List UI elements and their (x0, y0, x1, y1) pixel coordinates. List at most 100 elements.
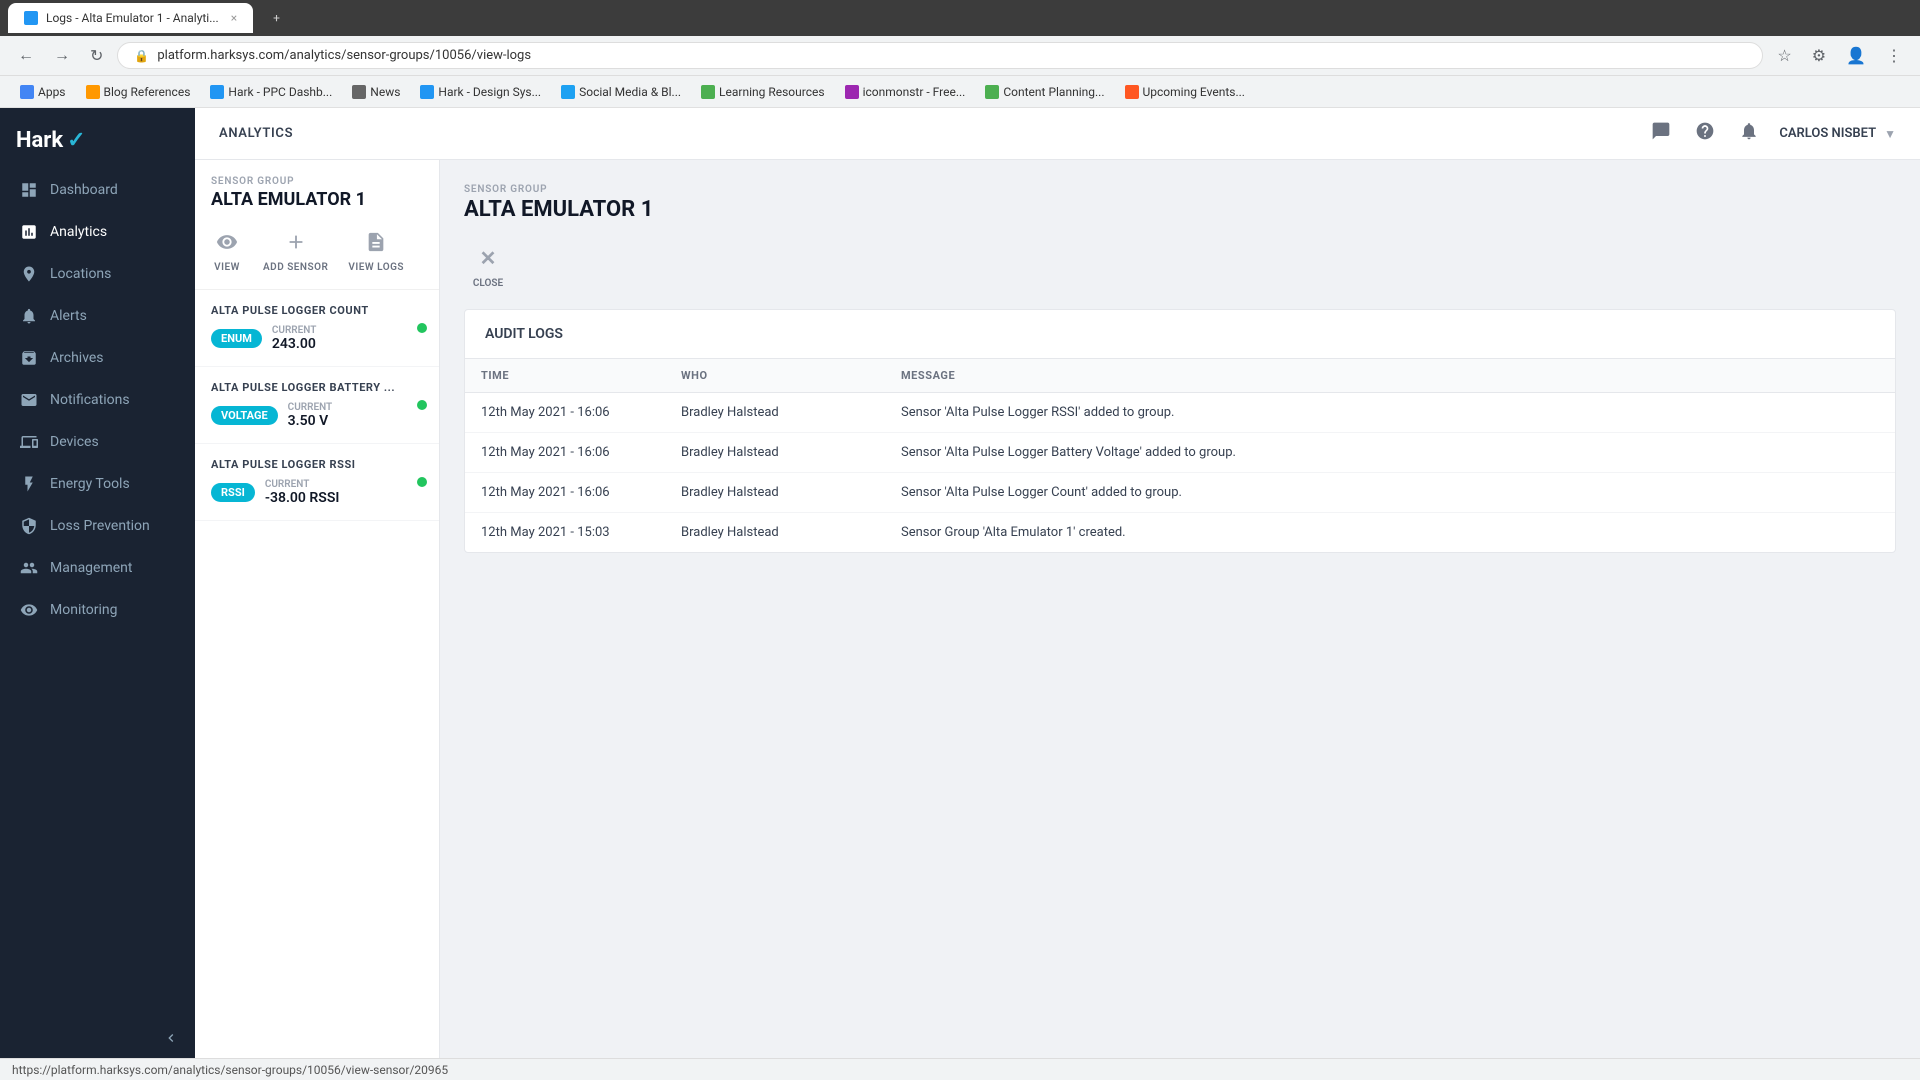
bookmark-blog[interactable]: Blog References (78, 83, 199, 101)
bookmark-favicon-news (352, 85, 366, 99)
bookmark-star-icon[interactable]: ☆ (1771, 42, 1797, 70)
sidebar-item-loss-prevention[interactable]: Loss Prevention (0, 505, 195, 547)
audit-logs-card: AUDIT LOGS TIME WHO MESSAGE 12th May 202… (464, 309, 1896, 553)
bookmark-favicon-upcoming (1125, 85, 1139, 99)
bookmark-apps[interactable]: Apps (12, 83, 74, 101)
sidebar-item-archives[interactable]: Archives (0, 337, 195, 379)
sidebar-collapse-button[interactable] (0, 1018, 195, 1058)
bookmark-upcoming[interactable]: Upcoming Events... (1117, 83, 1253, 101)
bookmark-learning-label: Learning Resources (719, 85, 825, 99)
top-header: ANALYTICS CARLOS NISBET ▼ (195, 108, 1920, 160)
audit-cell-who: Bradley Halstead (665, 513, 885, 553)
sidebar-item-label: Energy Tools (50, 476, 130, 492)
audit-logs-title: AUDIT LOGS (465, 310, 1895, 359)
address-bar[interactable]: 🔒 platform.harksys.com/analytics/sensor-… (117, 42, 1763, 69)
bookmark-favicon-learning (701, 85, 715, 99)
sidebar-item-analytics[interactable]: Analytics (0, 211, 195, 253)
audit-cell-message: Sensor 'Alta Pulse Logger Battery Voltag… (885, 433, 1895, 473)
tab-title: Logs - Alta Emulator 1 - Analyti... (46, 11, 219, 25)
alert-icon[interactable] (1735, 117, 1763, 150)
sidebar-item-management[interactable]: Management (0, 547, 195, 589)
reload-button[interactable]: ↻ (84, 42, 109, 70)
sensor-name-count: ALTA PULSE LOGGER COUNT (211, 304, 423, 317)
logo-accent: ✓ (67, 128, 85, 153)
extensions-icon[interactable]: ⚙ (1806, 42, 1832, 70)
chat-icon[interactable] (1647, 117, 1675, 150)
browser-chrome: Logs - Alta Emulator 1 - Analyti... × + (0, 0, 1920, 36)
back-button[interactable]: ← (12, 43, 40, 69)
tab-close-icon[interactable]: × (231, 11, 237, 25)
header-user[interactable]: CARLOS NISBET ▼ (1779, 126, 1896, 141)
bookmark-favicon-apps (20, 85, 34, 99)
close-label: CLOSE (473, 278, 503, 289)
col-header-message: MESSAGE (885, 359, 1895, 393)
dashboard-icon (20, 181, 38, 199)
analytics-icon (20, 223, 38, 241)
sensor-group-name: ALTA EMULATOR 1 (211, 189, 423, 210)
audit-cell-time: 12th May 2021 - 15:03 (465, 513, 665, 553)
sidebar-item-dashboard[interactable]: Dashboard (0, 169, 195, 211)
view-logs-action[interactable]: VIEW LOGS (348, 226, 404, 273)
right-panel-sensor-group-name: ALTA EMULATOR 1 (464, 197, 1896, 222)
sidebar-item-label: Locations (50, 266, 111, 282)
tab-favicon (24, 11, 38, 25)
sensor-body-count: ENUM CURRENT 243.00 (211, 325, 423, 352)
sensor-item-rssi[interactable]: ALTA PULSE LOGGER RSSI RSSI CURRENT -38.… (195, 444, 439, 521)
bookmark-hark-design[interactable]: Hark - Design Sys... (412, 83, 549, 101)
address-url: platform.harksys.com/analytics/sensor-gr… (157, 48, 531, 63)
sensor-item-count[interactable]: ALTA PULSE LOGGER COUNT ENUM CURRENT 243… (195, 290, 439, 367)
bookmark-hark-ppc[interactable]: Hark - PPC Dashb... (202, 83, 340, 101)
right-panel: SENSOR GROUP ALTA EMULATOR 1 ✕ CLOSE AUD… (440, 160, 1920, 1058)
user-name: CARLOS NISBET (1779, 126, 1876, 141)
bookmark-news[interactable]: News (344, 83, 408, 101)
sensor-name-battery: ALTA PULSE LOGGER BATTERY ... (211, 381, 423, 394)
panel-header: SENSOR GROUP ALTA EMULATOR 1 (195, 160, 439, 218)
sidebar-item-label: Dashboard (50, 182, 118, 198)
menu-icon[interactable]: ⋮ (1880, 42, 1908, 70)
content-area: SENSOR GROUP ALTA EMULATOR 1 VIEW (195, 160, 1920, 1058)
sensor-item-battery[interactable]: ALTA PULSE LOGGER BATTERY ... VOLTAGE CU… (195, 367, 439, 444)
close-button[interactable]: ✕ CLOSE (464, 242, 512, 289)
profile-icon[interactable]: 👤 (1840, 42, 1872, 70)
audit-cell-message: Sensor 'Alta Pulse Logger Count' added t… (885, 473, 1895, 513)
sensor-badge-enum: ENUM (211, 329, 262, 348)
bookmark-favicon-blog (86, 85, 100, 99)
user-chevron-icon: ▼ (1884, 127, 1896, 141)
loss-prevention-icon (20, 517, 38, 535)
main-content: ANALYTICS CARLOS NISBET ▼ (195, 108, 1920, 1058)
sensor-current-count: CURRENT 243.00 (272, 325, 317, 352)
bookmark-content[interactable]: Content Planning... (977, 83, 1112, 101)
sidebar-item-notifications[interactable]: Notifications (0, 379, 195, 421)
sidebar-item-monitoring[interactable]: Monitoring (0, 589, 195, 631)
view-label: VIEW (214, 262, 240, 273)
active-tab[interactable]: Logs - Alta Emulator 1 - Analyti... × (8, 3, 253, 33)
new-tab-button[interactable]: + (261, 3, 292, 33)
forward-button[interactable]: → (48, 43, 76, 69)
audit-cell-who: Bradley Halstead (665, 473, 885, 513)
col-header-who: WHO (665, 359, 885, 393)
sensor-current-battery: CURRENT 3.50 V (288, 402, 333, 429)
sidebar-item-label: Devices (50, 434, 99, 450)
sidebar-item-locations[interactable]: Locations (0, 253, 195, 295)
help-icon[interactable] (1691, 117, 1719, 150)
audit-cell-who: Bradley Halstead (665, 393, 885, 433)
sidebar-item-alerts[interactable]: Alerts (0, 295, 195, 337)
bookmark-iconmonstr[interactable]: iconmonstr - Free... (837, 83, 974, 101)
sidebar-item-devices[interactable]: Devices (0, 421, 195, 463)
sidebar-item-energy-tools[interactable]: Energy Tools (0, 463, 195, 505)
add-sensor-action[interactable]: ADD SENSOR (263, 226, 328, 273)
audit-cell-who: Bradley Halstead (665, 433, 885, 473)
sensor-badge-voltage: VOLTAGE (211, 406, 278, 425)
audit-cell-time: 12th May 2021 - 16:06 (465, 393, 665, 433)
view-action[interactable]: VIEW (211, 226, 243, 273)
notifications-icon (20, 391, 38, 409)
add-sensor-icon (280, 226, 312, 258)
sidebar-nav: Dashboard Analytics Locations Alerts (0, 169, 195, 1018)
bookmark-social[interactable]: Social Media & Bl... (553, 83, 689, 101)
audit-table: TIME WHO MESSAGE 12th May 2021 - 16:06 B… (465, 359, 1895, 552)
audit-table-row: 12th May 2021 - 16:06 Bradley Halstead S… (465, 393, 1895, 433)
bookmarks-bar: Apps Blog References Hark - PPC Dashb...… (0, 76, 1920, 108)
view-logs-icon (360, 226, 392, 258)
logo-text: Hark (16, 128, 63, 153)
bookmark-learning[interactable]: Learning Resources (693, 83, 833, 101)
